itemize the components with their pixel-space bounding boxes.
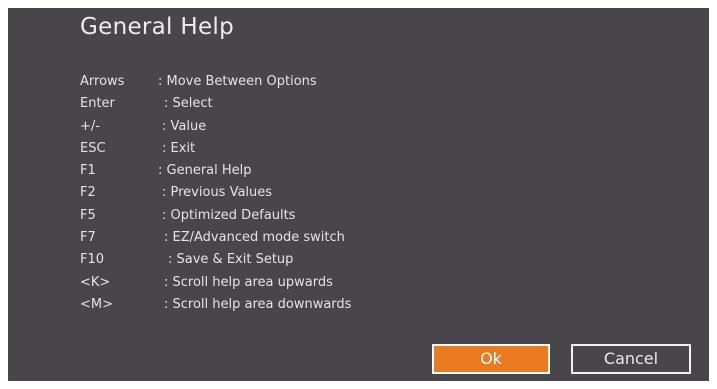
- cancel-button[interactable]: Cancel: [571, 344, 691, 374]
- key-binding-row: Arrows : Move Between Options: [80, 71, 351, 93]
- key-name: F7: [80, 230, 96, 246]
- dialog-title: General Help: [80, 14, 234, 40]
- key-name: F1: [80, 163, 96, 179]
- key-name: Enter: [80, 96, 115, 112]
- key-binding-row: +/- : Value: [80, 116, 351, 138]
- key-binding-row: F2 : Previous Values: [80, 182, 351, 204]
- key-binding-row: F10 : Save & Exit Setup: [80, 249, 351, 271]
- key-name: +/-: [80, 118, 100, 134]
- key-description: : Exit: [162, 140, 196, 156]
- key-name: F2: [80, 185, 96, 201]
- key-name: F10: [80, 252, 105, 268]
- key-name: ESC: [80, 140, 106, 156]
- key-description: : Select: [164, 96, 213, 112]
- key-name: Arrows: [80, 74, 125, 89]
- ok-button[interactable]: Ok: [432, 344, 550, 374]
- general-help-dialog: General Help Arrows : Move Between Option…: [8, 8, 709, 381]
- key-description: : Scroll help area downwards: [164, 296, 352, 312]
- key-description: : Value: [162, 118, 207, 134]
- key-binding-row: Enter : Select: [80, 93, 351, 115]
- key-description: : EZ/Advanced mode switch: [164, 230, 345, 246]
- key-description: : Optimized Defaults: [162, 207, 296, 223]
- key-description: : Previous Values: [162, 185, 273, 201]
- key-description: : Move Between Options: [158, 74, 317, 89]
- key-name: <K>: [80, 274, 111, 290]
- key-description: : Save & Exit Setup: [168, 252, 294, 268]
- key-bindings-list: Arrows : Move Between Options Enter : Sele…: [80, 71, 351, 316]
- key-binding-row: F5 : Optimized Defaults: [80, 205, 351, 227]
- key-binding-row: <M> : Scroll help area downwards: [80, 294, 351, 316]
- key-name: <M>: [80, 296, 114, 312]
- key-description: : General Help: [158, 163, 252, 179]
- key-binding-row: ESC : Exit: [80, 138, 351, 160]
- key-binding-row: <K> : Scroll help area upwards: [80, 272, 351, 294]
- key-binding-row: F7 : EZ/Advanced mode switch: [80, 227, 351, 249]
- key-description: : Scroll help area upwards: [164, 274, 333, 290]
- key-name: F5: [80, 207, 96, 223]
- key-binding-row: F1 : General Help: [80, 160, 351, 182]
